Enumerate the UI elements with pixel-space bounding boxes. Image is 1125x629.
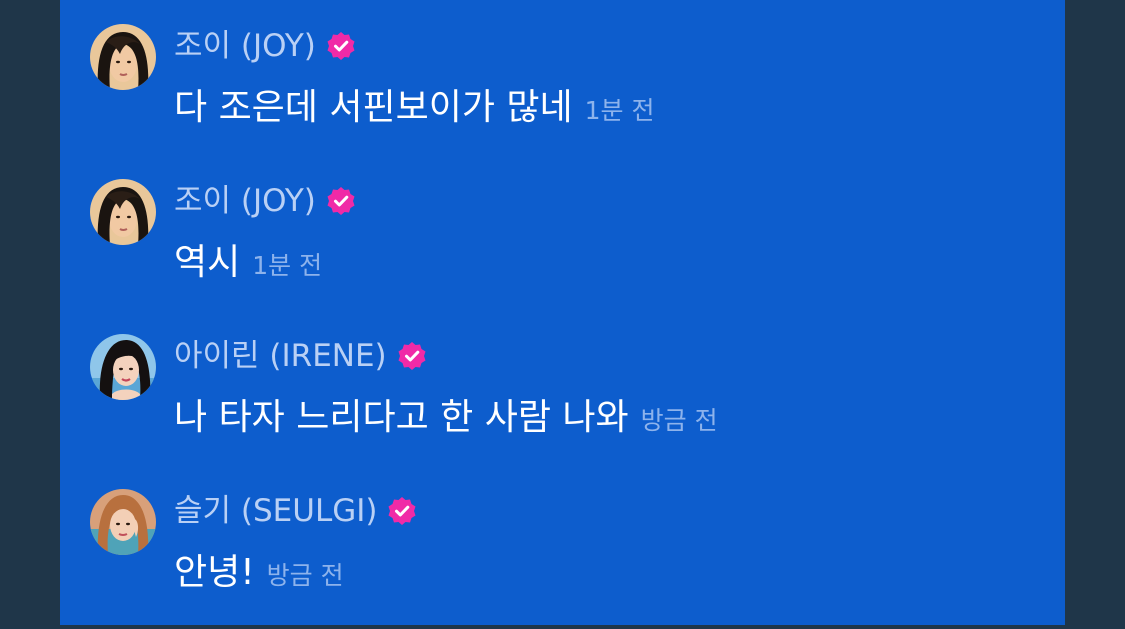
joy-avatar-icon [90,24,156,90]
irene-avatar-icon [90,334,156,400]
right-margin [1065,0,1125,625]
seulgi-avatar-icon [90,489,156,555]
verified-badge-icon [326,31,356,61]
avatar-seulgi[interactable] [90,489,156,555]
avatar-joy[interactable] [90,24,156,90]
chat-message: 슬기 (SEULGI) 안녕! 방금 전 [90,489,1030,629]
message-text: 나 타자 느리다고 한 사람 나와 [174,397,629,438]
left-margin [0,0,60,625]
avatar-irene[interactable] [90,334,156,400]
message-timestamp: 1분 전 [584,96,655,125]
chat-message: 조이 (JOY) 역시 1분 전 [90,179,1030,319]
message-timestamp: 방금 전 [640,406,718,435]
author-name[interactable]: 슬기 (SEULGI) [174,491,377,531]
message-text: 역시 [174,242,241,283]
chat-message: 아이린 (IRENE) 나 타자 느리다고 한 사람 나와 방금 전 [90,334,1030,474]
verified-badge-icon [397,341,427,371]
joy-avatar-icon [90,179,156,245]
author-name[interactable]: 아이린 (IRENE) [174,336,387,376]
author-name[interactable]: 조이 (JOY) [174,181,316,221]
avatar-joy[interactable] [90,179,156,245]
verified-badge-icon [326,186,356,216]
message-timestamp: 방금 전 [266,561,344,590]
verified-badge-icon [387,496,417,526]
chat-message-list: 조이 (JOY) 다 조은데 서핀보이가 많네 1분 전 조이 (JOY) 역시… [60,0,1065,625]
message-timestamp: 1분 전 [252,251,323,280]
message-text: 안녕! [174,552,255,593]
message-text: 다 조은데 서핀보이가 많네 [174,87,573,128]
author-name[interactable]: 조이 (JOY) [174,26,316,66]
chat-message: 조이 (JOY) 다 조은데 서핀보이가 많네 1분 전 [90,24,1030,164]
